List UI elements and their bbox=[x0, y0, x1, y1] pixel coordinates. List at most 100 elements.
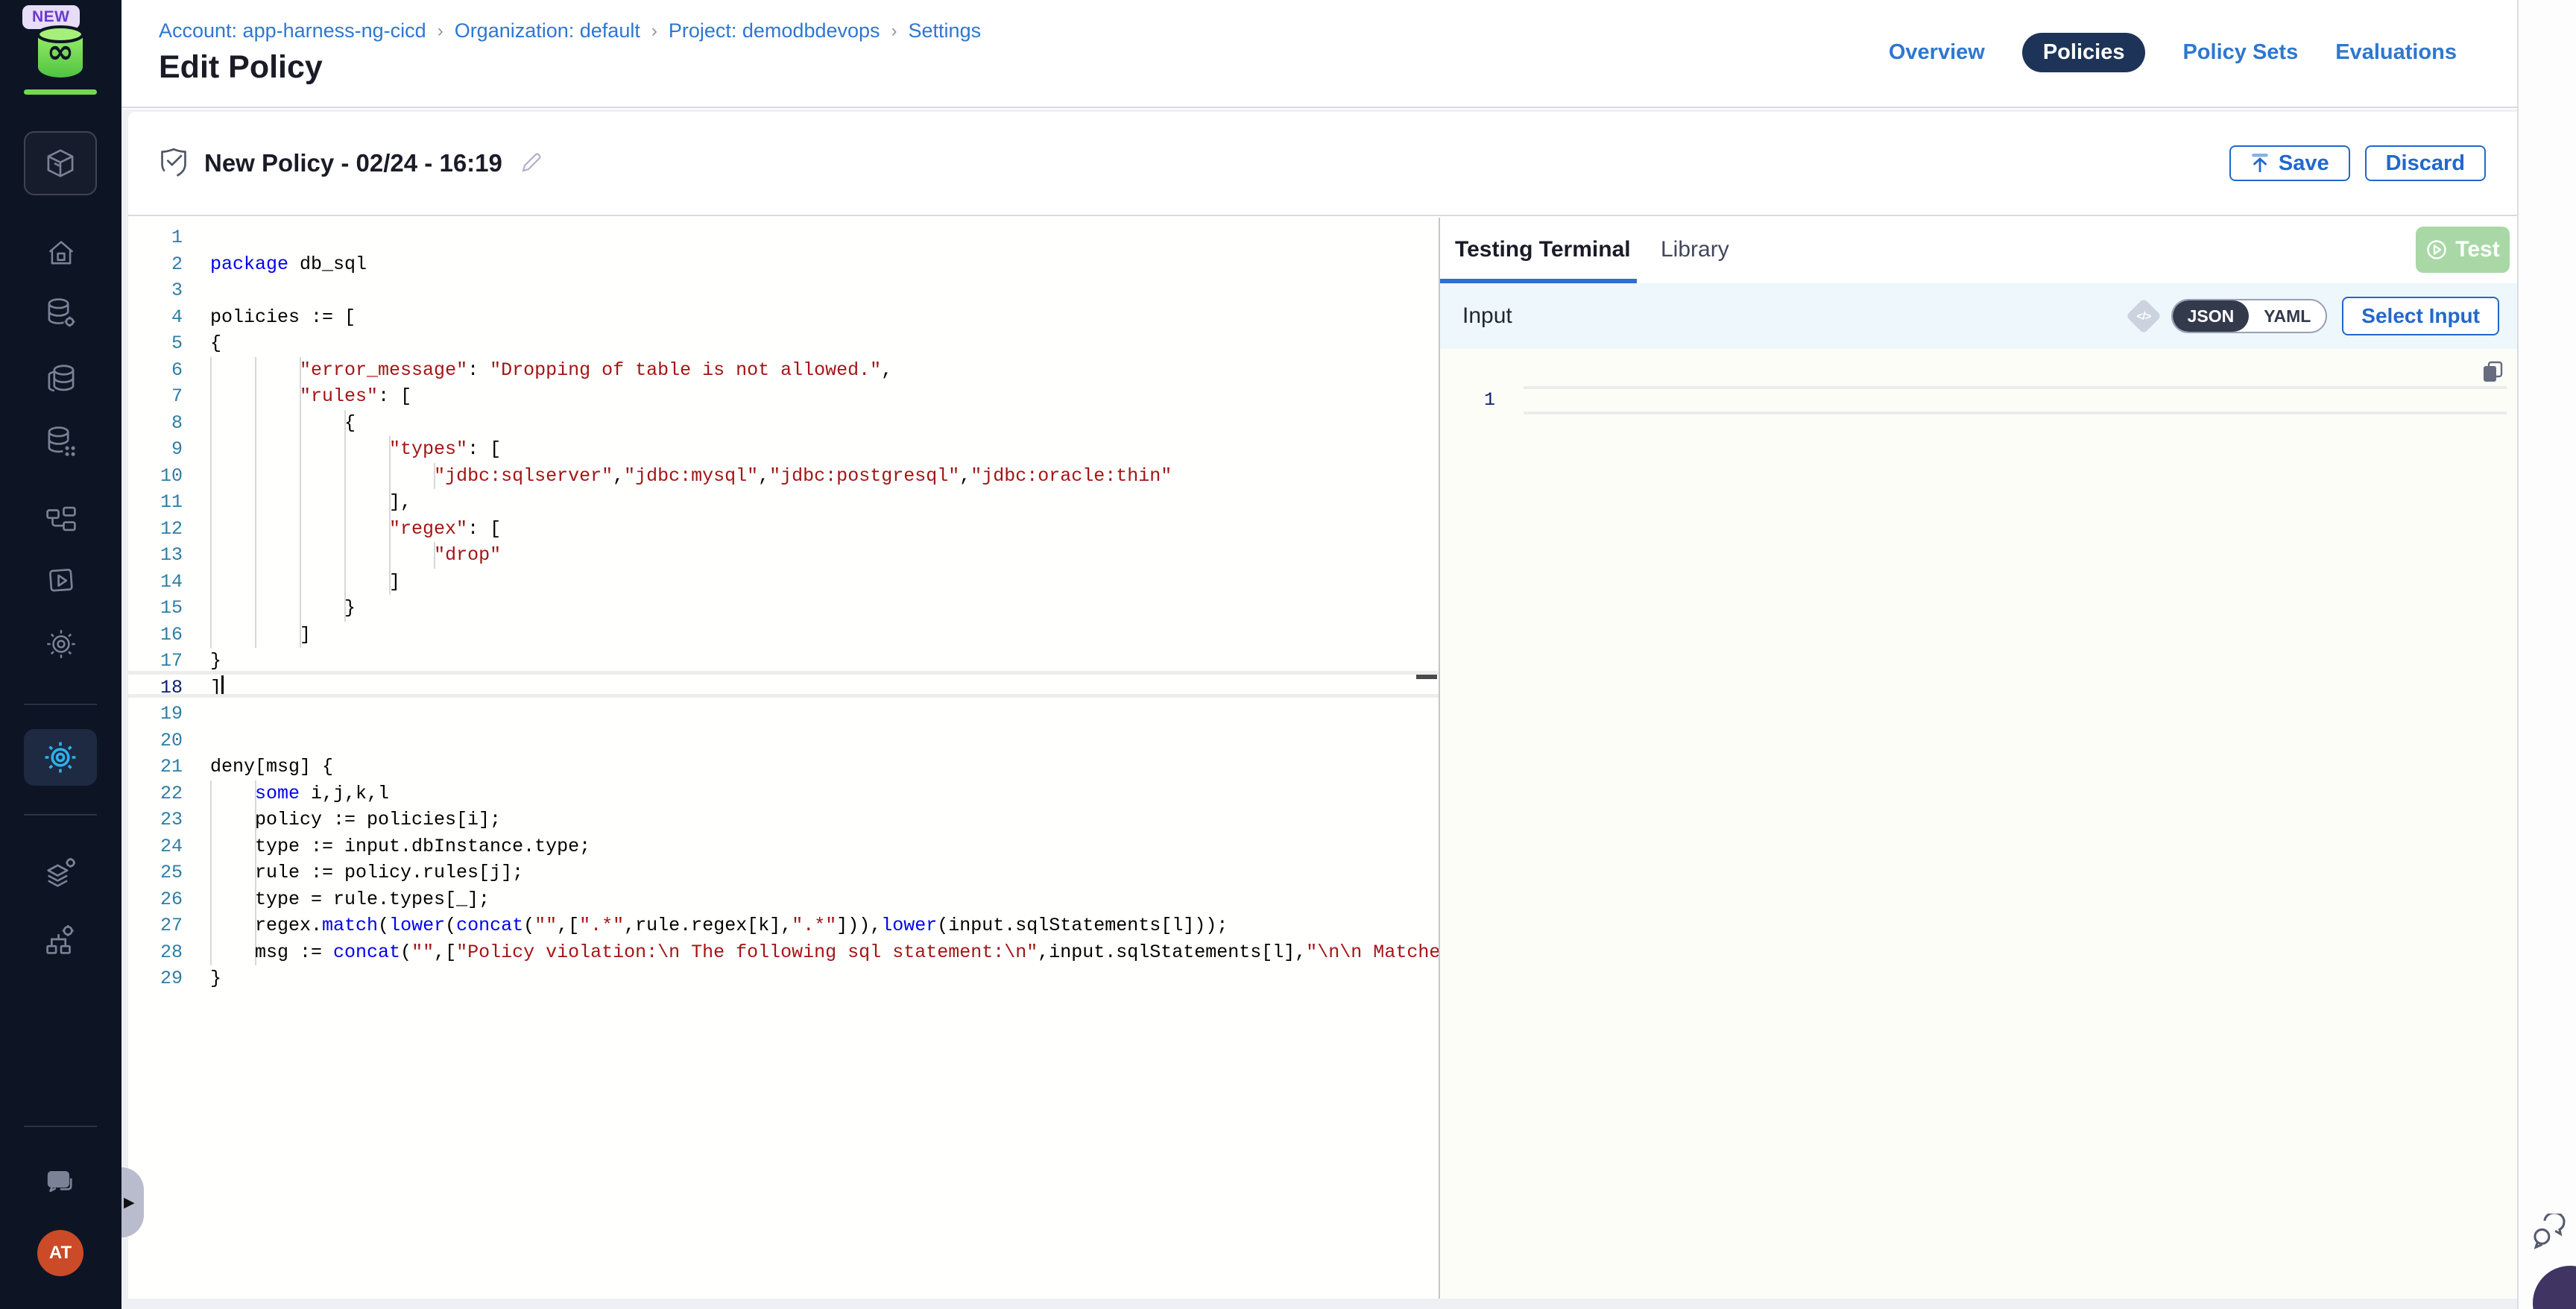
tab-policies-active[interactable]: Policies bbox=[2022, 33, 2146, 72]
play-circle-icon bbox=[2425, 239, 2448, 261]
avatar[interactable]: AT bbox=[37, 1230, 83, 1276]
code-line[interactable]: 8 { bbox=[128, 410, 1439, 437]
text-cursor bbox=[221, 675, 224, 696]
avatar-initials: AT bbox=[49, 1243, 72, 1264]
line-number: 21 bbox=[128, 754, 183, 780]
tab-overview[interactable]: Overview bbox=[1889, 40, 1985, 65]
code-line[interactable]: 9 "types": [ bbox=[128, 436, 1439, 463]
code-line[interactable]: 26 type = rule.types[_]; bbox=[128, 886, 1439, 913]
code-line[interactable]: 6 "error_message": "Dropping of table is… bbox=[128, 357, 1439, 384]
toggle-json[interactable]: JSON bbox=[2173, 300, 2250, 332]
sidebar-item-settings-active[interactable] bbox=[24, 729, 97, 786]
breadcrumb-settings[interactable]: Settings bbox=[909, 19, 982, 42]
test-button[interactable]: Test bbox=[2416, 227, 2510, 273]
code-line[interactable]: 25 rule := policy.rules[j]; bbox=[128, 859, 1439, 886]
chevron-separator: › bbox=[438, 21, 443, 42]
toggle-yaml[interactable]: YAML bbox=[2249, 300, 2326, 332]
code-line[interactable]: 17} bbox=[128, 648, 1439, 675]
right-utility-strip bbox=[2519, 0, 2576, 1309]
code-line[interactable]: 19 bbox=[128, 701, 1439, 728]
sidebar-divider bbox=[24, 1126, 97, 1127]
copy-icon[interactable] bbox=[2480, 359, 2505, 385]
code-line[interactable]: 5{ bbox=[128, 330, 1439, 357]
code-line[interactable]: 10 "jdbc:sqlserver","jdbc:mysql","jdbc:p… bbox=[128, 463, 1439, 490]
db-devops-logo-icon[interactable]: ∞ bbox=[35, 25, 86, 79]
line-number: 22 bbox=[128, 780, 183, 807]
pipeline-icon bbox=[44, 502, 78, 536]
code-diamond-icon[interactable]: </> bbox=[2126, 298, 2162, 334]
input-line-1[interactable]: 1 bbox=[1440, 386, 2517, 414]
select-input-button[interactable]: Select Input bbox=[2342, 297, 2499, 335]
sidebar-item-pipelines[interactable] bbox=[0, 498, 121, 540]
vertical-divider bbox=[2517, 0, 2519, 1309]
app-window: NEW ∞ bbox=[0, 0, 2576, 1309]
input-label: Input bbox=[1462, 303, 1512, 329]
line-number: 29 bbox=[128, 965, 183, 992]
line-number: 15 bbox=[128, 595, 183, 622]
testing-panel: Testing Terminal Library Test Input bbox=[1440, 218, 2517, 1299]
sidebar-item-executions[interactable] bbox=[0, 561, 121, 602]
breadcrumb-project[interactable]: Project: demodbdevops bbox=[669, 19, 880, 42]
code-line[interactable]: 27 regex.match(lower(concat("",[".*",rul… bbox=[128, 912, 1439, 939]
code-line[interactable]: 22 some i,j,k,l bbox=[128, 780, 1439, 807]
tab-evaluations[interactable]: Evaluations bbox=[2335, 40, 2457, 65]
home-icon bbox=[45, 237, 78, 270]
line-number: 5 bbox=[128, 330, 183, 357]
sidebar-item-help[interactable]: ? bbox=[0, 1163, 121, 1205]
code-line[interactable]: 7 "rules": [ bbox=[128, 383, 1439, 410]
sidebar-item-org-settings[interactable] bbox=[0, 918, 121, 960]
discard-button-label: Discard bbox=[2386, 151, 2465, 176]
breadcrumb-organization[interactable]: Organization: default bbox=[455, 19, 640, 42]
chevron-right-icon: ▶ bbox=[124, 1194, 135, 1211]
line-number: 13 bbox=[128, 542, 183, 569]
code-line[interactable]: 18] bbox=[128, 675, 1439, 701]
chat-bubbles-icon[interactable] bbox=[2531, 1214, 2569, 1251]
gear-icon bbox=[45, 628, 78, 660]
line-number: 26 bbox=[128, 886, 183, 913]
code-line[interactable]: 24 type := input.dbInstance.type; bbox=[128, 833, 1439, 860]
sidebar-item-db-migrations[interactable] bbox=[0, 420, 121, 462]
tab-policy-sets[interactable]: Policy Sets bbox=[2182, 40, 2298, 65]
sidebar-item-layers-settings[interactable] bbox=[0, 851, 121, 893]
tab-testing-terminal[interactable]: Testing Terminal bbox=[1455, 237, 1631, 262]
code-line[interactable]: 20 bbox=[128, 728, 1439, 754]
sidebar-item-setup-gear[interactable] bbox=[0, 623, 121, 665]
code-line[interactable]: 12 "regex": [ bbox=[128, 516, 1439, 543]
sidebar-item-db-schemas[interactable] bbox=[0, 358, 121, 400]
code-line[interactable]: 1 bbox=[128, 224, 1439, 251]
line-number: 8 bbox=[128, 410, 183, 437]
input-active-line[interactable] bbox=[1524, 386, 2507, 414]
code-line[interactable]: 13 "drop" bbox=[128, 542, 1439, 569]
line-number: 1 bbox=[128, 224, 183, 251]
code-line[interactable]: 21deny[msg] { bbox=[128, 754, 1439, 780]
breadcrumb-account[interactable]: Account: app-harness-ng-cicd bbox=[159, 19, 426, 42]
sidebar-item-home[interactable] bbox=[0, 233, 121, 274]
code-line[interactable]: 14 ] bbox=[128, 569, 1439, 596]
active-tab-underline bbox=[1440, 279, 1637, 283]
sidebar-item-module-selector[interactable] bbox=[24, 131, 97, 195]
code-line[interactable]: 23 policy := policies[i]; bbox=[128, 807, 1439, 833]
code-line[interactable]: 4policies := [ bbox=[128, 304, 1439, 331]
rego-code-editor[interactable]: 12package db_sql34policies := [5{6 "erro… bbox=[128, 218, 1439, 1299]
code-line[interactable]: 28 msg := concat("",["Policy violation:\… bbox=[128, 939, 1439, 966]
sidebar: NEW ∞ bbox=[0, 0, 121, 1309]
code-line[interactable]: 16 ] bbox=[128, 622, 1439, 649]
line-number: 6 bbox=[128, 357, 183, 384]
code-line[interactable]: 11 ], bbox=[128, 489, 1439, 516]
policy-name: New Policy - 02/24 - 16:19 bbox=[204, 149, 502, 177]
line-number: 17 bbox=[128, 648, 183, 675]
save-button[interactable]: Save bbox=[2229, 145, 2350, 181]
sidebar-item-db-instances[interactable] bbox=[0, 292, 121, 334]
code-line[interactable]: 3 bbox=[128, 277, 1439, 304]
chevron-separator: › bbox=[651, 21, 657, 42]
line-number: 12 bbox=[128, 516, 183, 543]
code-line[interactable]: 29} bbox=[128, 965, 1439, 992]
edit-pencil-icon[interactable] bbox=[519, 151, 543, 175]
test-input-editor[interactable]: 1 bbox=[1440, 349, 2517, 1299]
line-number: 4 bbox=[128, 304, 183, 331]
discard-button[interactable]: Discard bbox=[2365, 145, 2486, 181]
tab-library[interactable]: Library bbox=[1661, 237, 1729, 262]
module-underline bbox=[24, 89, 97, 95]
code-line[interactable]: 15 } bbox=[128, 595, 1439, 622]
code-line[interactable]: 2package db_sql bbox=[128, 251, 1439, 278]
